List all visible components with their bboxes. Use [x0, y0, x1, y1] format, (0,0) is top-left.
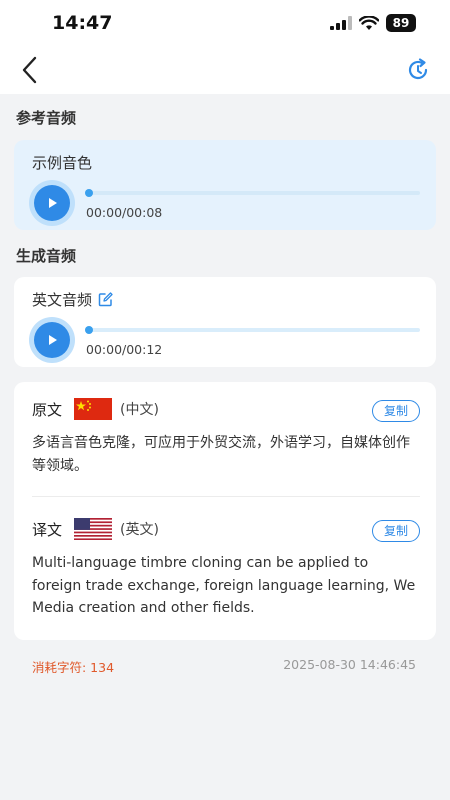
china-flag-icon: [74, 398, 112, 420]
timestamp: 2025-08-30 14:46:45: [283, 657, 416, 672]
edit-icon[interactable]: [98, 292, 113, 307]
generated-progress-track[interactable]: [85, 326, 420, 334]
generated-progress-handle[interactable]: [85, 326, 93, 334]
reference-audio-card: 示例音色 00:00/00:08: [14, 140, 436, 230]
reference-time: 00:00/00:08: [86, 205, 163, 220]
generated-time: 00:00/00:12: [86, 342, 163, 357]
copy-source-button[interactable]: 复制: [372, 400, 420, 422]
usa-flag-icon: [74, 518, 112, 540]
refresh-history-icon: [408, 58, 428, 80]
divider: [32, 496, 420, 497]
battery-indicator: 89: [386, 14, 416, 32]
back-button[interactable]: [16, 54, 44, 86]
copy-translation-button[interactable]: 复制: [372, 520, 420, 542]
source-text: 多语言音色克隆，可应用于外贸交流，外语学习，自媒体创作等领域。: [32, 435, 410, 474]
signal-icon: [330, 16, 352, 30]
reference-progress-track[interactable]: [85, 189, 420, 197]
reference-voice-name: 示例音色: [32, 154, 93, 172]
reference-play-button[interactable]: [34, 185, 70, 221]
generated-section-title: 生成音频: [16, 247, 77, 265]
generated-audio-label: 英文音频: [32, 289, 113, 310]
reference-section-title: 参考音频: [16, 109, 77, 127]
source-language: (中文): [120, 402, 159, 418]
source-header: 原文 (中文): [32, 398, 159, 420]
play-icon: [49, 335, 57, 345]
reference-audio-label: 示例音色: [32, 152, 92, 173]
translation-text: Multi-language timbre cloning can be app…: [32, 555, 416, 616]
play-icon: [49, 198, 57, 208]
history-button[interactable]: [404, 56, 432, 84]
generated-audio-card: 英文音频 00:00/00:12: [14, 277, 436, 367]
status-icons: 89: [330, 13, 416, 33]
translation-title: 译文: [32, 520, 63, 539]
translation-language: (英文): [120, 522, 159, 538]
status-time: 14:47: [52, 12, 113, 34]
chevron-left-icon: [22, 56, 37, 84]
wifi-icon: [359, 15, 379, 30]
chars-used: 消耗字符: 134: [32, 660, 115, 675]
status-bar: 14:47 89: [0, 0, 450, 46]
generated-audio-name: 英文音频: [32, 291, 93, 309]
nav-bar: [0, 46, 450, 94]
source-title: 原文: [32, 400, 63, 419]
translation-header: 译文 (英文): [32, 518, 159, 540]
generated-play-button[interactable]: [34, 322, 70, 358]
reference-progress-handle[interactable]: [85, 189, 93, 197]
text-card: 原文 (中文) 复制 多语言音色克隆，可应用于外贸交流，外语学习，自媒体创作等领…: [14, 382, 436, 640]
